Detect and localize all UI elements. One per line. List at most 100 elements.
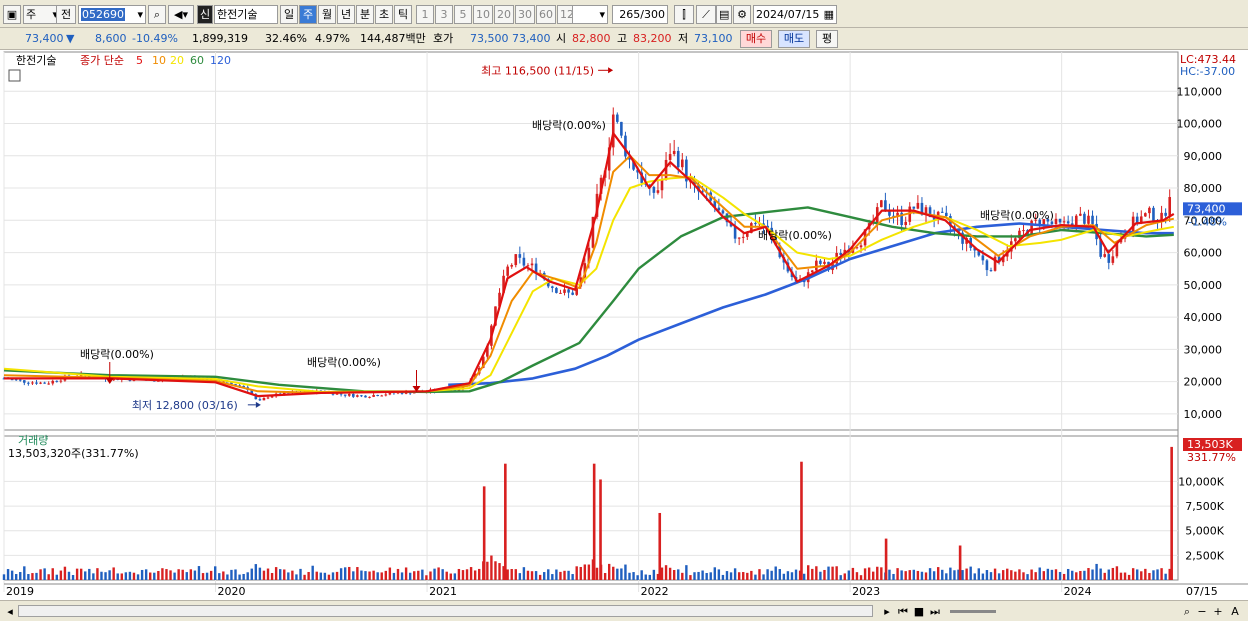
volume-bar: [71, 575, 75, 580]
interval-tab-5[interactable]: 5: [454, 5, 472, 24]
volume-bar: [27, 574, 30, 580]
price-tick-label: 40,000: [1184, 311, 1223, 324]
volume-bar: [774, 566, 777, 580]
candle-type-icon[interactable]: ⫿: [674, 5, 694, 24]
font-size-icon[interactable]: A: [1228, 604, 1242, 619]
volume-bar: [628, 572, 631, 580]
minus-icon[interactable]: −: [1196, 604, 1208, 619]
candle-body: [368, 396, 371, 398]
date-field[interactable]: 2024/07/15 ▦: [753, 5, 837, 24]
volume-bar: [1001, 570, 1005, 580]
period-tab-3[interactable]: 년: [337, 5, 355, 24]
volume-bar: [478, 568, 481, 580]
volume-bar: [343, 567, 347, 580]
volume-bar: [713, 567, 716, 580]
period-tab-2[interactable]: 월: [318, 5, 336, 24]
volume-bar: [624, 564, 627, 580]
volume-bar: [863, 568, 867, 580]
zoom-out-icon[interactable]: ⌕: [1180, 604, 1194, 619]
volume-bar: [39, 569, 42, 580]
volume-bar: [603, 573, 607, 580]
period-tab-5[interactable]: 초: [375, 5, 393, 24]
volume-tick-label: 5,000K: [1185, 525, 1224, 538]
x-tick-label: 2023: [852, 585, 880, 598]
volume-bar: [1046, 568, 1050, 580]
candle-body: [815, 260, 818, 271]
volume-bar: [697, 571, 700, 580]
volume-bar: [1095, 563, 1098, 580]
prev-button[interactable]: 전: [56, 5, 76, 24]
window-menu-icon[interactable]: ▣: [3, 5, 21, 24]
interval-tab-10[interactable]: 10: [473, 5, 493, 24]
volume-bar: [291, 570, 294, 580]
interval-tab-20[interactable]: 20: [494, 5, 514, 24]
period-tab-1[interactable]: 주: [299, 5, 317, 24]
volume-bar: [201, 573, 205, 580]
candle-body: [258, 399, 262, 401]
candle-body: [384, 394, 388, 396]
volume-bar: [725, 571, 729, 580]
last-date-label: 07/15: [1186, 585, 1218, 598]
rewind-icon[interactable]: ⏮: [896, 604, 910, 619]
candle-body: [620, 121, 623, 136]
volume-legend-value: 13,503,320주(331.77%): [8, 447, 139, 460]
plus-icon[interactable]: +: [1212, 604, 1224, 619]
play-icon[interactable]: ▸: [880, 604, 894, 619]
speaker-icon[interactable]: ◀▾: [168, 5, 194, 24]
volume-spike-bar: [658, 512, 662, 580]
volume-bar: [953, 570, 956, 580]
candle-body: [364, 395, 367, 398]
fast-forward-icon[interactable]: ⏭: [928, 604, 942, 619]
open-value: 82,800: [572, 32, 611, 45]
volume-bar: [230, 569, 233, 580]
candle-body: [39, 382, 42, 384]
draw-line-icon[interactable]: ⟋: [696, 5, 716, 24]
volume-bar: [786, 571, 790, 580]
new-badge: 신: [197, 5, 213, 24]
low-annotation: 최저 12,800 (03/16): [132, 399, 238, 412]
search-icon[interactable]: ⌕: [148, 5, 166, 24]
volume-bar: [563, 570, 566, 580]
volume-bar: [490, 555, 493, 580]
volume-bar: [737, 572, 741, 580]
period-tab-4[interactable]: 분: [356, 5, 374, 24]
volume-bar: [880, 567, 883, 580]
candle-body: [1083, 213, 1086, 224]
flat-button[interactable]: 평: [816, 30, 838, 48]
sell-button[interactable]: 매도: [778, 30, 810, 48]
stop-icon[interactable]: ■: [912, 604, 926, 619]
period-tab-6[interactable]: 틱: [394, 5, 412, 24]
volume-bar: [287, 572, 290, 580]
candle-body: [47, 383, 50, 385]
count-field[interactable]: 265/300: [612, 5, 668, 24]
gear-icon[interactable]: ⚙: [733, 5, 751, 24]
volume-bar: [67, 571, 71, 580]
x-tick-label: 2021: [429, 585, 457, 598]
interval-input[interactable]: ▾: [572, 5, 608, 24]
volume-bar: [843, 573, 846, 580]
volume-bar: [689, 575, 692, 580]
stock-name-field[interactable]: 한전기술: [214, 5, 278, 24]
volume-bar: [920, 571, 924, 580]
interval-tab-30[interactable]: 30: [515, 5, 535, 24]
zoom-slider[interactable]: [950, 610, 996, 613]
volume-bar: [575, 566, 578, 580]
interval-tab-3[interactable]: 3: [435, 5, 453, 24]
volume-bar: [396, 568, 400, 580]
candle-body: [916, 202, 920, 209]
buy-button[interactable]: 매수: [740, 30, 772, 48]
save-icon[interactable]: ▤: [716, 5, 732, 24]
stock-code-input[interactable]: 052690 ▾: [78, 5, 146, 24]
interval-tab-60[interactable]: 60: [536, 5, 556, 24]
volume-bar: [404, 567, 408, 580]
volume-bar: [6, 569, 10, 580]
scroll-track[interactable]: [18, 605, 873, 617]
volume-bar: [677, 569, 680, 580]
period-tab-0[interactable]: 일: [280, 5, 298, 24]
interval-tab-1[interactable]: 1: [416, 5, 434, 24]
scroll-left-icon[interactable]: ◂: [4, 604, 16, 619]
volume-bar: [1034, 572, 1037, 580]
data-table-icon[interactable]: [8, 69, 21, 82]
price-value: 73,400: [25, 32, 64, 45]
volume-bar: [778, 569, 781, 580]
